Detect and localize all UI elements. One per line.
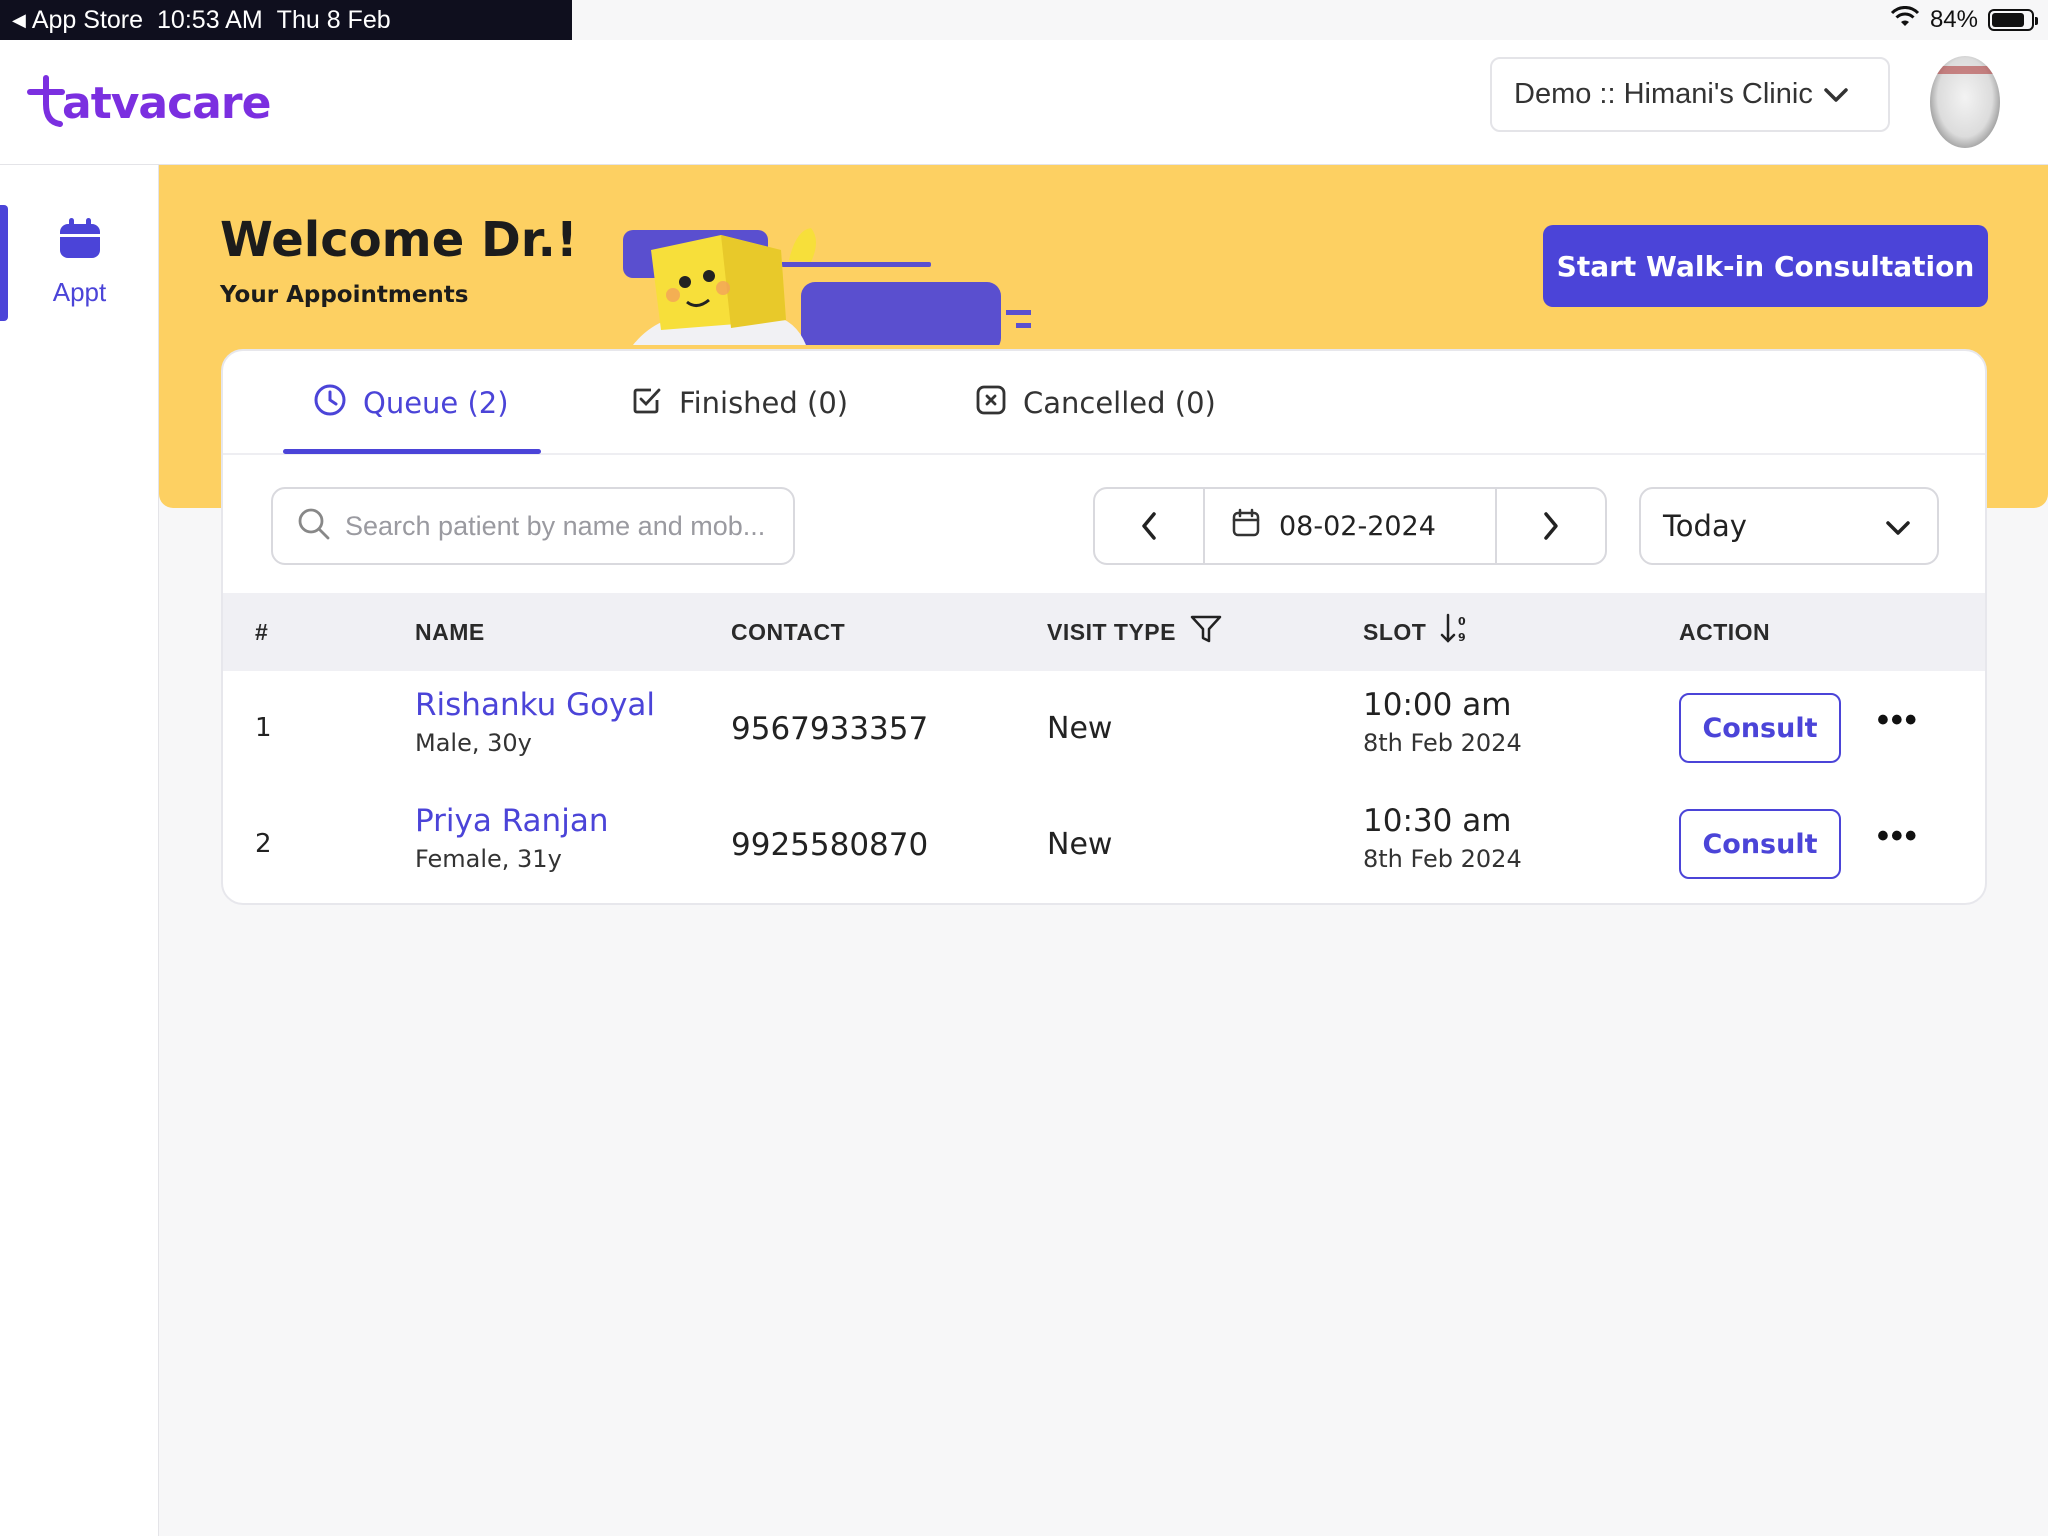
appointments-subtitle: Your Appointments [220,282,469,308]
column-action: ACTION [1679,618,1771,645]
sidebar-item-appt[interactable]: Appt [0,205,159,321]
date-range-value: Today [1663,509,1747,543]
status-date: Thu 8 Feb [276,5,391,34]
clinic-selector[interactable]: Demo :: Himani's Clinic [1490,57,1890,132]
chevron-right-icon [1544,512,1558,540]
tab-queue[interactable]: Queue (2) [313,351,509,455]
column-name: NAME [415,618,485,645]
prev-date-button[interactable] [1095,489,1203,563]
slot-cell: 10:00 am 8th Feb 2024 [1363,687,1522,757]
battery-icon [1988,9,2038,31]
status-bar-right: 84% [1890,0,2038,40]
column-index: # [255,618,269,645]
patient-search[interactable] [271,487,795,565]
patient-name-link[interactable]: Priya Ranjan [415,803,608,839]
clinic-name: Demo :: Himani's Clinic [1514,78,1813,110]
appointment-tabs: Queue (2) Finished (0) Cancelled (0) [223,351,1985,455]
active-tab-underline [283,449,541,454]
battery-percent: 84% [1929,6,1978,33]
search-icon [297,507,331,546]
patient-contact: 9925580870 [731,827,929,863]
column-contact: CONTACT [731,618,846,645]
sort-icon[interactable]: 09 [1440,613,1470,651]
app-logo[interactable]: atvacare [26,74,271,132]
consult-button[interactable]: Consult [1679,693,1841,763]
status-time: 10:53 AM [157,5,263,34]
wifi-icon [1890,5,1920,35]
table-row: 2 Priya Ranjan Female, 31y 9925580870 Ne… [223,787,1985,903]
more-options-icon[interactable]: ••• [1877,817,1919,856]
patient-contact: 9567933357 [731,711,929,747]
chevron-down-icon [1823,78,1849,111]
column-slot[interactable]: SLOT 09 [1363,593,1470,671]
clock-icon [313,383,347,424]
slot-time: 10:30 am [1363,803,1512,839]
svg-text:9: 9 [1458,631,1466,644]
tab-finished-label: Finished (0) [679,386,849,420]
active-indicator [0,205,8,321]
sidebar-item-label: Appt [52,277,107,307]
status-bar: ◀ App Store 10:53 AM Thu 8 Feb 84% [0,0,2048,40]
more-options-icon[interactable]: ••• [1877,701,1919,740]
date-picker[interactable]: 08-02-2024 [1203,489,1497,563]
back-arrow-icon[interactable]: ◀ [12,10,26,31]
back-app-label[interactable]: App Store [32,6,143,35]
status-bar-left: ◀ App Store 10:53 AM Thu 8 Feb [0,0,572,40]
chevron-down-icon [1885,509,1911,543]
x-box-icon [975,384,1007,423]
next-date-button[interactable] [1497,489,1605,563]
filter-icon[interactable] [1190,614,1222,650]
appointments-card: Queue (2) Finished (0) Cancelled (0) Sea… [221,349,1987,905]
visit-type: New [1047,827,1113,862]
visit-type: New [1047,711,1113,746]
column-visit-type[interactable]: VISIT TYPE [1047,593,1222,671]
patient-name-link[interactable]: Rishanku Goyal [415,687,655,723]
slot-time: 10:00 am [1363,687,1512,723]
mascot-illustration [623,228,1031,345]
search-input[interactable] [345,510,775,542]
slot-date: 8th Feb 2024 [1363,845,1522,873]
start-walkin-consultation-button[interactable]: Start Walk-in Consultation [1543,225,1988,307]
column-slot-label: SLOT [1363,618,1427,645]
date-navigator: 08-02-2024 [1093,487,1607,565]
selected-date: 08-02-2024 [1279,510,1436,542]
row-index: 2 [255,829,272,859]
table-header: # NAME CONTACT VISIT TYPE SLOT 09 ACTION [223,593,1985,671]
slot-date: 8th Feb 2024 [1363,729,1522,757]
patient-info: Female, 31y [415,845,562,873]
checkbox-icon [631,384,663,423]
consult-button[interactable]: Consult [1679,809,1841,879]
tab-queue-label: Queue (2) [363,386,509,420]
column-visit-type-label: VISIT TYPE [1047,618,1176,645]
logo-text: atvacare [62,77,271,129]
table-row: 1 Rishanku Goyal Male, 30y 9567933357 Ne… [223,671,1985,787]
row-index: 1 [255,713,272,743]
calendar-icon [58,218,102,265]
user-avatar[interactable] [1930,56,2000,148]
patient-cell: Rishanku Goyal Male, 30y [415,687,655,757]
tab-cancelled-label: Cancelled (0) [1023,386,1216,420]
svg-text:0: 0 [1458,615,1466,628]
date-range-select[interactable]: Today [1639,487,1939,565]
sidebar: Appt [0,165,159,1536]
tab-cancelled[interactable]: Cancelled (0) [975,351,1216,455]
slot-cell: 10:30 am 8th Feb 2024 [1363,803,1522,873]
welcome-heading: Welcome Dr.! [220,212,578,268]
patient-info: Male, 30y [415,729,532,757]
chevron-left-icon [1142,512,1156,540]
tab-finished[interactable]: Finished (0) [631,351,848,455]
logo-mark-icon [27,75,65,127]
app-header: atvacare Demo :: Himani's Clinic [0,40,2048,165]
calendar-outline-icon [1231,508,1261,545]
patient-cell: Priya Ranjan Female, 31y [415,803,608,873]
